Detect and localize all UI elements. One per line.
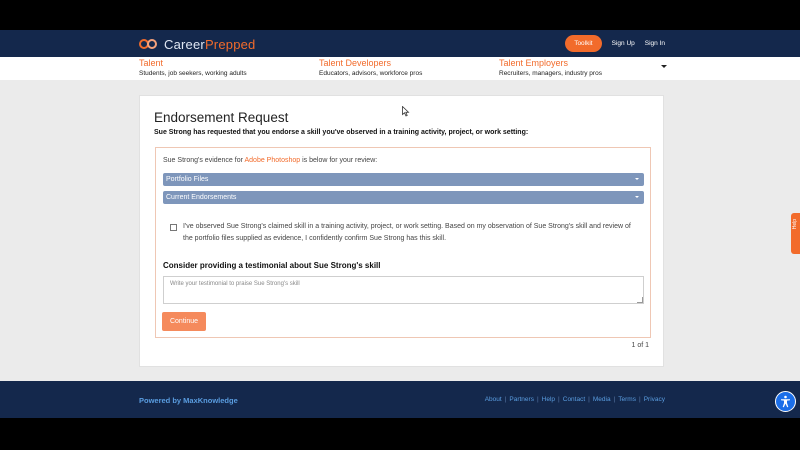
- testimonial-input[interactable]: [163, 276, 644, 304]
- side-tab-label: Help: [792, 219, 798, 230]
- footer-link-privacy[interactable]: Privacy: [644, 396, 665, 403]
- footer-links: About | Partners | Help | Contact | Medi…: [485, 396, 665, 403]
- subnav-item-talent-developers[interactable]: Talent Developers Educators, advisors, w…: [319, 58, 422, 78]
- subnav-title: Talent Employers: [499, 58, 569, 68]
- subnav-item-talent[interactable]: Talent Students, job seekers, working ad…: [139, 58, 247, 78]
- evidence-prefix: Sue Strong's evidence for: [163, 157, 245, 164]
- chevron-down-icon: [635, 178, 639, 180]
- continue-button[interactable]: Continue: [162, 312, 206, 331]
- skill-link[interactable]: Adobe Photoshop: [245, 157, 301, 164]
- accessibility-button[interactable]: [775, 391, 796, 412]
- subnav-desc: Students, job seekers, working adults: [139, 70, 247, 77]
- footer-link-about[interactable]: About: [485, 396, 502, 403]
- site-header: CareerPrepped Toolkit Sign Up Sign In: [0, 30, 800, 57]
- brand-name-part2: Prepped: [204, 36, 256, 52]
- chevron-down-icon[interactable]: [661, 65, 667, 68]
- footer-link-terms[interactable]: Terms: [618, 396, 636, 403]
- brand-name: CareerPrepped: [164, 37, 256, 52]
- powered-by[interactable]: Powered by MaxKnowledge: [139, 396, 238, 405]
- footer-separator: |: [588, 396, 590, 403]
- accordion-label: Current Endorsements: [166, 194, 237, 201]
- sign-up-link[interactable]: Sign Up: [612, 40, 635, 47]
- site-footer: Powered by MaxKnowledge About | Partners…: [0, 381, 800, 418]
- confirm-label: I've observed Sue Strong's claimed skill…: [183, 223, 631, 242]
- chevron-down-icon: [635, 196, 639, 198]
- career-prepped-logo-icon: [139, 37, 161, 51]
- brand-logo[interactable]: CareerPrepped: [139, 36, 256, 52]
- accessibility-icon: [781, 395, 790, 408]
- endorsement-card: Endorsement Request Sue Strong has reque…: [139, 95, 664, 367]
- pager: 1 of 1: [631, 342, 649, 349]
- brand-name-part1: Career: [164, 36, 205, 52]
- footer-link-help[interactable]: Help: [542, 396, 555, 403]
- footer-separator: |: [558, 396, 560, 403]
- testimonial-heading: Consider providing a testimonial about S…: [163, 261, 381, 270]
- footer-separator: |: [504, 396, 507, 403]
- toolkit-button[interactable]: Toolkit: [565, 35, 602, 52]
- request-subtitle: Sue Strong has requested that you endors…: [154, 129, 529, 136]
- footer-separator: |: [638, 396, 641, 403]
- current-endorsements-accordion[interactable]: Current Endorsements: [163, 191, 644, 204]
- endorsement-panel: Sue Strong's evidence for Adobe Photosho…: [155, 147, 651, 338]
- audience-subnav: Talent Students, job seekers, working ad…: [0, 57, 800, 80]
- confirm-checkbox[interactable]: [170, 224, 177, 231]
- top-letterbox: [0, 0, 800, 30]
- subnav-desc: Educators, advisors, workforce pros: [319, 70, 423, 77]
- evidence-intro: Sue Strong's evidence for Adobe Photosho…: [163, 157, 377, 164]
- help-side-tab[interactable]: Help: [791, 213, 800, 254]
- mouse-cursor-icon: [402, 106, 410, 117]
- footer-separator: |: [613, 396, 616, 403]
- portfolio-files-accordion[interactable]: Portfolio Files: [163, 173, 644, 186]
- bottom-letterbox: [0, 418, 800, 450]
- subnav-title: Talent Developers: [319, 58, 392, 68]
- footer-separator: |: [536, 396, 539, 403]
- header-nav: Toolkit Sign Up Sign In: [565, 35, 665, 52]
- accordion-label: Portfolio Files: [166, 176, 209, 183]
- subnav-title: Talent: [139, 58, 164, 68]
- evidence-suffix: is below for your review:: [300, 157, 378, 164]
- subnav-desc: Recruiters, managers, industry pros: [499, 70, 602, 77]
- footer-link-partners[interactable]: Partners: [509, 396, 534, 403]
- footer-link-contact[interactable]: Contact: [563, 396, 585, 403]
- footer-link-media[interactable]: Media: [593, 396, 611, 403]
- subnav-item-talent-employers[interactable]: Talent Employers Recruiters, managers, i…: [499, 58, 602, 78]
- page-title: Endorsement Request: [154, 110, 289, 125]
- resize-grip-icon[interactable]: [637, 297, 643, 303]
- sign-in-link[interactable]: Sign In: [645, 40, 665, 47]
